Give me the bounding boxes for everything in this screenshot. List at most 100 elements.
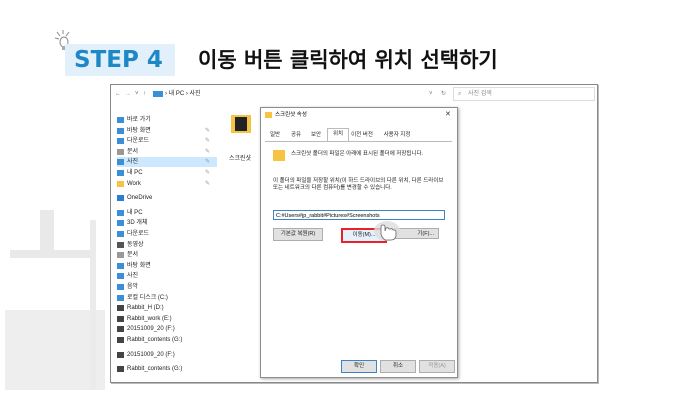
pin-icon: ✎: [205, 148, 211, 155]
video-icon: [117, 241, 124, 248]
tab-5[interactable]: 사용자 지정: [377, 130, 417, 140]
sidebar-item[interactable]: 내 PC: [117, 208, 217, 218]
pin-icon: ✎: [205, 127, 211, 134]
tab-2[interactable]: 보안: [307, 130, 325, 140]
sidebar-item[interactable]: 문서: [117, 250, 217, 260]
refresh-icon[interactable]: ↻: [441, 90, 446, 98]
back-icon[interactable]: ←: [115, 90, 121, 98]
apply-button[interactable]: 적용(A): [419, 360, 455, 373]
tab-1[interactable]: 공유: [287, 130, 305, 140]
sidebar-item-label: 내 PC: [127, 170, 143, 176]
sidebar-item-label: 바탕 화면: [127, 127, 151, 134]
sidebar-item[interactable]: 사진: [117, 271, 217, 281]
disk-icon: [117, 294, 124, 301]
ok-button[interactable]: 확인: [341, 360, 377, 373]
picture-icon: [153, 91, 163, 97]
forward-icon[interactable]: →: [125, 90, 131, 98]
pin-icon: ✎: [205, 170, 211, 176]
info-text: 스크린샷 폴더의 파일은 아래에 표시된 폴더에 저장됩니다.: [291, 151, 424, 157]
cancel-button[interactable]: 취소: [380, 360, 416, 373]
step-label: STEP 4: [74, 47, 163, 73]
folder-icon: [117, 180, 124, 187]
sidebar-item-label: 바로 가기: [127, 117, 151, 123]
sidebar-item-label: 바탕 화면: [127, 262, 151, 269]
drive-icon: [117, 366, 124, 373]
sidebar-item[interactable]: Rabbit_work (E:): [117, 314, 217, 324]
sidebar-item-label: 로컬 디스크 (C:): [127, 294, 168, 301]
sidebar-item-label: Rabbit_H (D:): [127, 305, 164, 312]
sidebar-item[interactable]: 문서 ✎: [117, 147, 217, 157]
tab-4[interactable]: 이전 버전: [349, 130, 375, 140]
download-icon: [117, 231, 124, 237]
sidebar-item-label: Work: [127, 180, 141, 187]
sidebar-item-label: Rabbit_contents (G:): [127, 337, 183, 343]
search-icon: ⌕: [458, 91, 462, 97]
chevron-down-icon[interactable]: ˅: [135, 90, 139, 98]
restore-default-button[interactable]: 기본값 복원(R): [273, 228, 323, 241]
sidebar-item-label: 20151009_20 (F:): [127, 351, 175, 358]
sidebar-item[interactable]: 바탕 화면 ✎: [117, 126, 217, 136]
pc-icon: [117, 209, 124, 216]
document-icon: [117, 252, 124, 259]
desktop-icon: [117, 127, 124, 134]
explorer-screenshot: ← → ˅ ↑ › 내 PC › 사진 ˅ ↻ ⌕ 사진 검색 바로 가기바탕 …: [110, 84, 598, 383]
folder-icon: [273, 150, 285, 161]
sidebar-item[interactable]: 음악: [117, 282, 217, 292]
sidebar-item-label: 다운로드: [127, 138, 150, 145]
tab-0[interactable]: 일반: [265, 130, 285, 140]
screenshot-folder[interactable]: [227, 111, 253, 141]
folder-label: 스크린샷: [229, 156, 252, 162]
sidebar-item-label: 사진: [127, 159, 139, 166]
sidebar-item[interactable]: 사진 ✎: [117, 157, 217, 168]
sidebar-item-label: 문서: [127, 148, 139, 155]
cloud-icon: [117, 195, 124, 202]
tab-divider: [265, 141, 452, 142]
dropdown-icon[interactable]: ˅: [429, 90, 433, 98]
nav-sidebar: 바로 가기 바탕 화면 ✎ 다운로드 ✎ 문서 ✎ 사진 ✎ 내 PC ✎ Work ✎ OneDrive…: [111, 115, 221, 382]
sidebar-item-label: 20151009_20 (F:): [127, 326, 175, 333]
address-path[interactable]: › 내 PC › 사진: [165, 90, 201, 98]
pin-icon: ✎: [205, 180, 211, 187]
sidebar-item[interactable]: 로컬 디스크 (C:): [117, 293, 217, 303]
properties-dialog: 스크린샷 속성 ✕ 일반 공유 보안 위치 이전 버전 사용자 지정 스크린샷 폴더의 파…: [260, 107, 458, 378]
sidebar-item[interactable]: 동영상: [117, 240, 217, 250]
sidebar-item[interactable]: Rabbit_contents (G:): [117, 364, 217, 374]
sidebar-item[interactable]: 바탕 화면: [117, 261, 217, 271]
drive-icon: [117, 351, 124, 358]
star-icon: [117, 117, 124, 123]
sidebar-item[interactable]: 바로 가기: [117, 115, 217, 125]
pin-icon: ✎: [205, 159, 211, 166]
search-box[interactable]: ⌕ 사진 검색: [453, 87, 595, 101]
tab-3[interactable]: 위치: [327, 128, 349, 142]
page-title: 이동 버튼 클릭하여 위치 선택하기: [198, 48, 498, 72]
sidebar-item[interactable]: 다운로드: [117, 229, 217, 239]
drive-icon: [117, 315, 124, 322]
address-bar-row: ← → ˅ ↑ › 내 PC › 사진 ˅ ↻ ⌕ 사진 검색: [111, 85, 597, 103]
sidebar-item[interactable]: Work ✎: [117, 179, 217, 189]
sidebar-item[interactable]: 내 PC ✎: [117, 168, 217, 178]
sidebar-item[interactable]: OneDrive: [117, 193, 217, 203]
hand-cursor-icon: [374, 221, 400, 241]
drive-icon: [117, 305, 124, 312]
sidebar-item[interactable]: 20151009_20 (F:): [117, 324, 217, 334]
sidebar-item[interactable]: 20151009_20 (F:): [117, 350, 217, 360]
up-arrow-icon[interactable]: ↑: [143, 90, 146, 98]
description-text: 이 폴더의 파일을 저장할 위치(이 하드 드라이브의 다른 위치, 다른 드라…: [273, 178, 444, 191]
sidebar-item[interactable]: Rabbit_contents (G:): [117, 335, 217, 345]
sidebar-item-label: 사진: [127, 273, 139, 280]
search-placeholder: 사진 검색: [468, 91, 492, 97]
picture-icon: [117, 273, 124, 280]
sidebar-item-label: 3D 개체: [127, 220, 148, 227]
music-icon: [117, 284, 124, 290]
sidebar-item[interactable]: Rabbit_H (D:): [117, 303, 217, 313]
folder-thumbnail: [235, 117, 247, 131]
decorative-background: [5, 210, 105, 390]
sidebar-item[interactable]: 다운로드 ✎: [117, 136, 217, 146]
sidebar-item[interactable]: 3D 개체: [117, 218, 217, 228]
drive-icon: [117, 337, 124, 343]
location-path-field[interactable]: C:#Users#jp_rabbit#Pictures#Screenshots: [273, 210, 445, 220]
download-icon: [117, 138, 124, 145]
sidebar-item-label: 동영상: [127, 241, 144, 248]
sidebar-item-label: Rabbit_work (E:): [127, 315, 172, 322]
drive-icon: [117, 326, 124, 333]
